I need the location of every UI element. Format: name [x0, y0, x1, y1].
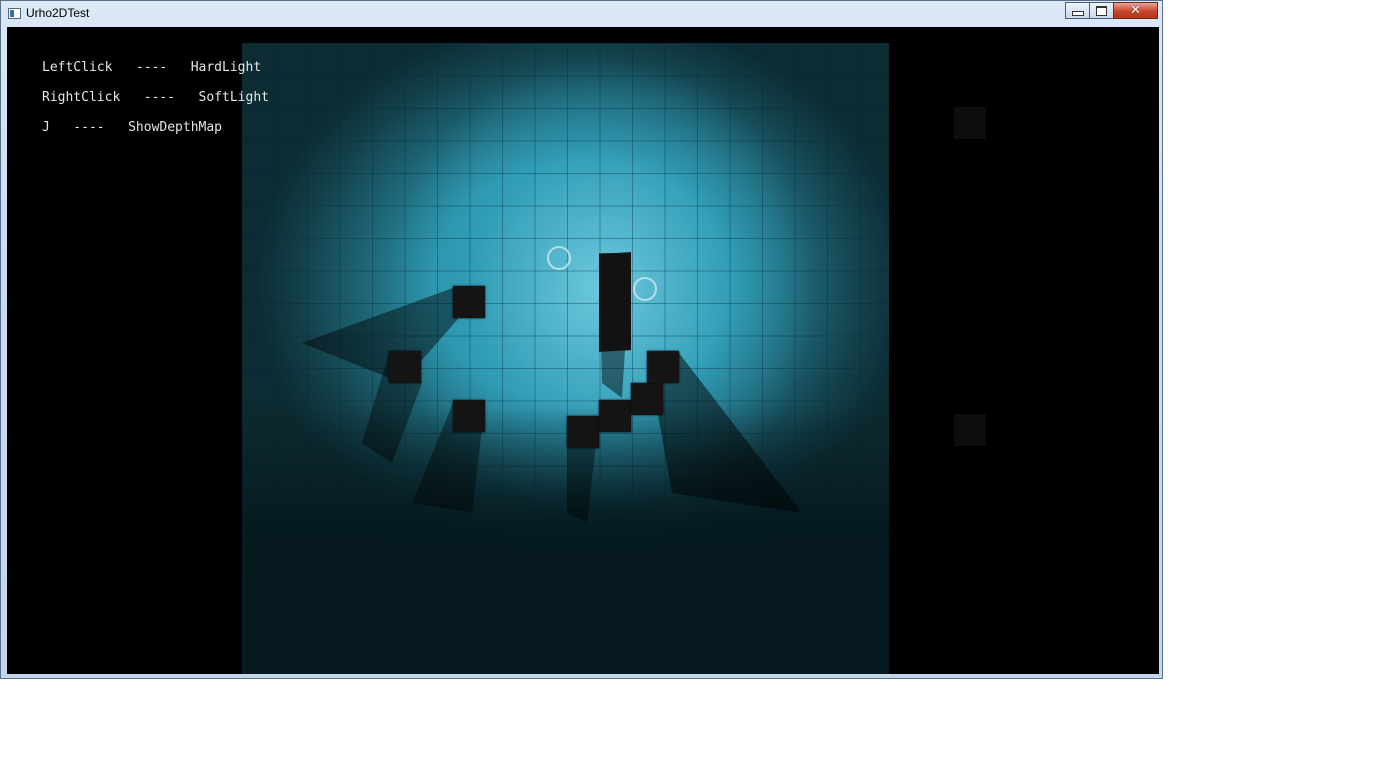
- minimize-button[interactable]: [1065, 2, 1090, 19]
- hint-depthmap: J ---- ShowDepthMap: [42, 120, 223, 135]
- window-title: Urho2DTest: [26, 6, 90, 20]
- close-icon: ✕: [1130, 2, 1141, 18]
- tile-board: [242, 43, 889, 674]
- wall-block: [567, 416, 599, 448]
- maximize-button[interactable]: [1089, 2, 1114, 19]
- controls-hint: LeftClick ---- HardLight RightClick ----…: [42, 60, 269, 150]
- wall-block: [599, 400, 631, 432]
- offscreen-block: [954, 107, 986, 139]
- window-controls: ✕: [1065, 2, 1158, 20]
- cast-shadows: [302, 253, 802, 523]
- wall-pillar: [599, 252, 631, 352]
- maximize-icon: [1096, 5, 1107, 16]
- wall-block: [453, 400, 485, 432]
- wall-block: [389, 351, 421, 383]
- app-window: Urho2DTest ✕ LeftClick ---- HardLight Ri…: [0, 0, 1163, 679]
- hint-softlight: RightClick ---- SoftLight: [42, 90, 269, 105]
- wall-block: [631, 383, 663, 415]
- minimize-icon: [1071, 11, 1084, 16]
- app-icon: [8, 8, 21, 19]
- offscreen-block: [954, 414, 986, 446]
- game-viewport[interactable]: LeftClick ---- HardLight RightClick ----…: [7, 27, 1159, 674]
- wall-block: [453, 286, 485, 318]
- light-source-icon: [633, 277, 657, 301]
- title-bar[interactable]: Urho2DTest ✕: [1, 1, 1162, 27]
- wall-block: [647, 351, 679, 383]
- light-source-icon: [547, 246, 571, 270]
- close-button[interactable]: ✕: [1113, 2, 1158, 19]
- hint-hardlight: LeftClick ---- HardLight: [42, 60, 262, 75]
